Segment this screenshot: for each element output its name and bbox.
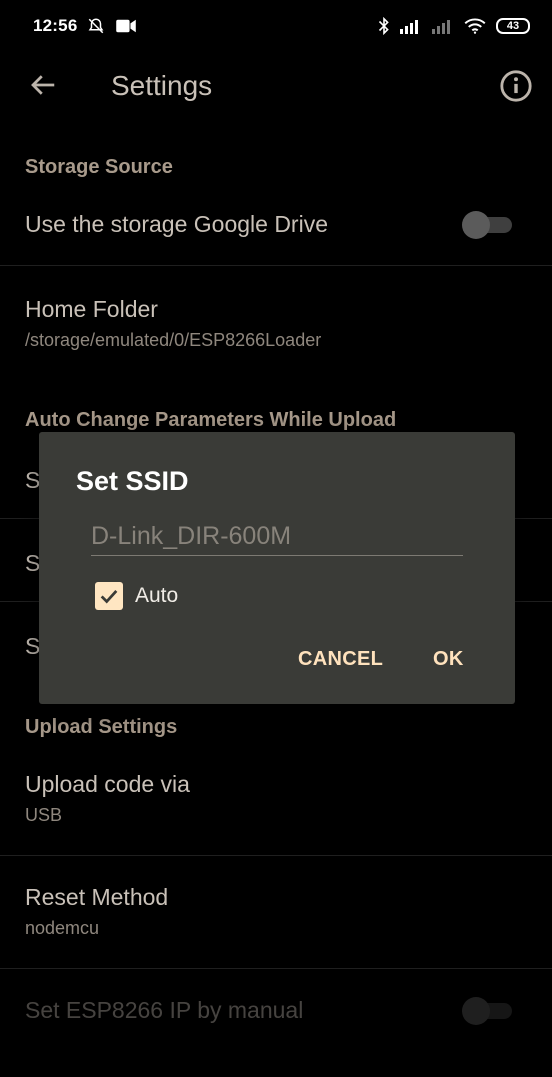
set-ssid-dialog: Set SSID Auto CANCEL OK xyxy=(39,432,515,704)
signal-icon xyxy=(400,20,418,34)
battery-level: 43 xyxy=(506,20,520,32)
setting-title: Set ESP8266 IP by manual xyxy=(25,997,304,1023)
divider xyxy=(0,855,552,856)
setting-title: Home Folder xyxy=(25,296,158,322)
info-icon[interactable] xyxy=(499,69,533,103)
setting-value: /storage/emulated/0/ESP8266Loader xyxy=(25,330,322,350)
bell-off-icon xyxy=(89,18,104,34)
setting-title: Use the storage Google Drive xyxy=(25,211,328,237)
section-header-auto-change: Auto Change Parameters While Upload xyxy=(25,409,397,431)
back-arrow-icon[interactable] xyxy=(28,70,58,100)
cancel-button[interactable]: CANCEL xyxy=(298,648,383,671)
wifi-icon xyxy=(464,18,486,34)
section-header-storage: Storage Source xyxy=(25,156,173,178)
divider xyxy=(0,968,552,969)
bluetooth-icon xyxy=(378,17,389,35)
status-bar: 12:56 43 xyxy=(0,0,552,52)
video-camera-icon xyxy=(116,19,137,33)
signal-off-icon xyxy=(432,20,450,34)
status-time: 12:56 xyxy=(33,16,78,35)
setting-value: USB xyxy=(25,805,63,825)
auto-checkbox-label: Auto xyxy=(135,584,179,607)
auto-checkbox[interactable] xyxy=(95,582,123,610)
ok-button[interactable]: OK xyxy=(433,648,464,671)
manual-ip-toggle xyxy=(462,997,512,1025)
ssid-input[interactable] xyxy=(91,518,463,556)
page-title: Settings xyxy=(111,70,213,101)
setting-title: Reset Method xyxy=(25,884,169,910)
google-drive-toggle[interactable] xyxy=(462,211,512,239)
battery-icon: 43 xyxy=(496,18,530,34)
checkmark-icon xyxy=(100,590,118,604)
auto-checkbox-row[interactable]: Auto xyxy=(95,582,178,610)
setting-value: nodemcu xyxy=(25,918,100,938)
app-bar: Settings xyxy=(0,52,552,122)
section-header-upload: Upload Settings xyxy=(25,716,178,738)
dialog-title: Set SSID xyxy=(76,466,189,496)
setting-title: Upload code via xyxy=(25,771,190,797)
divider xyxy=(0,265,552,266)
